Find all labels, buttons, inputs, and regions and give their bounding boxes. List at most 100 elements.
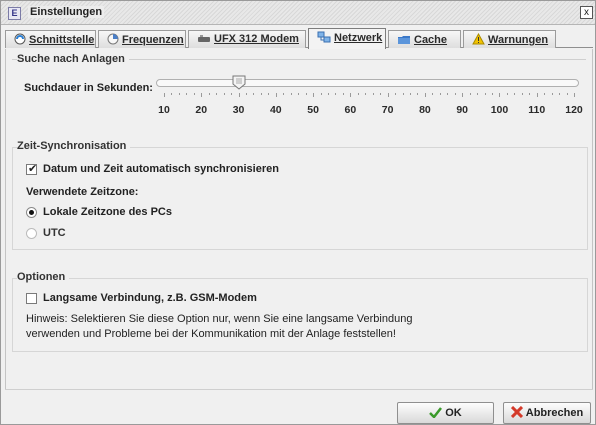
slider-tick: [536, 93, 538, 97]
tab-cache[interactable]: Cache: [388, 30, 461, 48]
slider-tick: [320, 93, 322, 95]
slider-tick: [171, 93, 173, 95]
check-icon: ✔: [28, 163, 38, 175]
slider-tick-label: 20: [195, 104, 208, 116]
slider-tick: [506, 93, 508, 95]
slider-tick: [424, 93, 426, 97]
settings-window: E Einstellungen x Schnittstelle Frequenz…: [0, 0, 596, 425]
warning-icon: [472, 32, 485, 48]
slider-tick: [566, 93, 568, 95]
slider-tick: [395, 93, 397, 95]
tab-frequenzen[interactable]: Frequenzen: [98, 30, 186, 48]
slider-tick: [477, 93, 479, 95]
slider-tick: [238, 93, 240, 97]
slider-tick: [499, 93, 501, 97]
slider-tick: [260, 93, 262, 95]
slider-tick-label: 110: [528, 104, 546, 116]
slider-tick: [216, 93, 218, 95]
slider-tick: [432, 93, 434, 95]
slider-tick-label: 90: [456, 104, 469, 116]
slider-tick: [402, 93, 404, 95]
slider-tick: [574, 93, 575, 97]
close-icon[interactable]: x: [580, 6, 593, 19]
slider-tick: [231, 93, 233, 95]
slider-tick: [208, 93, 210, 95]
slider-tick: [357, 93, 359, 95]
search-duration-slider[interactable]: [156, 79, 579, 87]
slider-tick: [447, 93, 449, 95]
slider-tick: [164, 93, 165, 97]
ok-button[interactable]: OK: [397, 402, 494, 424]
auto-sync-checkbox[interactable]: ✔: [26, 163, 38, 175]
slider-tick: [454, 93, 456, 95]
frequency-icon: [107, 33, 119, 48]
slider-tick: [253, 93, 255, 95]
cancel-x-icon: [510, 405, 523, 425]
network-icon: [317, 31, 331, 46]
slider-tick: [313, 93, 315, 97]
slider-tick-label: 30: [232, 104, 245, 116]
button-bar: OK Abbrechen: [5, 389, 593, 424]
slider-tick-label: 60: [344, 104, 357, 116]
slider-tick: [178, 93, 180, 95]
modem-icon: [197, 34, 211, 47]
slider-tick: [417, 93, 419, 95]
hint-text-line2: verwenden und Probleme bei der Kommunika…: [26, 328, 396, 340]
slider-tick: [514, 93, 516, 95]
slider-tick: [462, 93, 464, 97]
cancel-button[interactable]: Abbrechen: [503, 402, 591, 424]
slow-connection-label: Langsame Verbindung, z.B. GSM-Modem: [43, 292, 257, 304]
search-group-title: Suche nach Anlagen: [17, 53, 129, 65]
slider-tick: [387, 93, 389, 97]
timezone-local-radio[interactable]: [26, 207, 37, 218]
slider-tick: [335, 93, 337, 95]
slider-tick-label: 80: [419, 104, 431, 116]
slider-tick: [559, 93, 561, 95]
slider-tick: [469, 93, 471, 95]
slider-thumb[interactable]: [232, 75, 246, 90]
slider-tick: [186, 93, 188, 95]
timezone-utc-radio[interactable]: [26, 228, 37, 239]
slider-tick: [380, 93, 382, 95]
interface-icon: [14, 33, 26, 48]
slider-tick: [492, 93, 493, 95]
slider-tick: [193, 93, 195, 95]
tab-warnungen[interactable]: Warnungen: [463, 30, 556, 48]
slider-tick: [298, 93, 300, 95]
slider-tick: [544, 93, 546, 95]
settings-window-icon: E: [8, 7, 21, 20]
cache-icon: [397, 33, 411, 48]
slider-tick: [439, 93, 441, 95]
slider-tick: [305, 93, 307, 95]
tab-schnittstelle[interactable]: Schnittstelle: [5, 30, 96, 48]
slider-tick: [328, 93, 329, 95]
options-group-title: Optionen: [17, 271, 70, 283]
slider-tick-label: 50: [307, 104, 319, 116]
check-icon: [429, 405, 443, 425]
slider-tick-label: 40: [269, 104, 282, 116]
slider-tick-label: 120: [565, 104, 583, 116]
timezone-utc-label: UTC: [43, 227, 66, 239]
tab-bar: Schnittstelle Frequenzen UFX 312 Modem N…: [5, 28, 593, 49]
slider-tick: [365, 93, 367, 95]
slider-ticks: [158, 93, 578, 101]
slider-tick: [551, 93, 553, 95]
slider-tick: [223, 93, 225, 95]
slider-tick-label: 100: [490, 104, 509, 116]
netzwerk-panel: Suche nach Anlagen Suchdauer in Sekunden…: [5, 49, 593, 389]
timezone-heading: Verwendete Zeitzone:: [26, 186, 139, 198]
slider-tick: [283, 93, 285, 95]
slider-tick-label: 10: [158, 104, 170, 116]
timezone-local-label: Lokale Zeitzone des PCs: [43, 206, 172, 218]
time-sync-group-title: Zeit-Synchronisation: [17, 140, 131, 152]
slider-tick-label: 70: [381, 104, 394, 116]
title-bar[interactable]: E Einstellungen x: [1, 1, 595, 25]
slider-tick: [275, 93, 277, 97]
slider-tick: [290, 93, 292, 95]
slow-connection-checkbox[interactable]: [26, 293, 37, 304]
tab-netzwerk[interactable]: Netzwerk: [308, 28, 386, 49]
slider-tick: [342, 93, 344, 95]
tab-ufx-modem[interactable]: UFX 312 Modem: [188, 30, 306, 48]
slider-tick: [372, 93, 374, 95]
hint-text-line1: Hinweis: Selektieren Sie diese Option nu…: [26, 313, 413, 325]
